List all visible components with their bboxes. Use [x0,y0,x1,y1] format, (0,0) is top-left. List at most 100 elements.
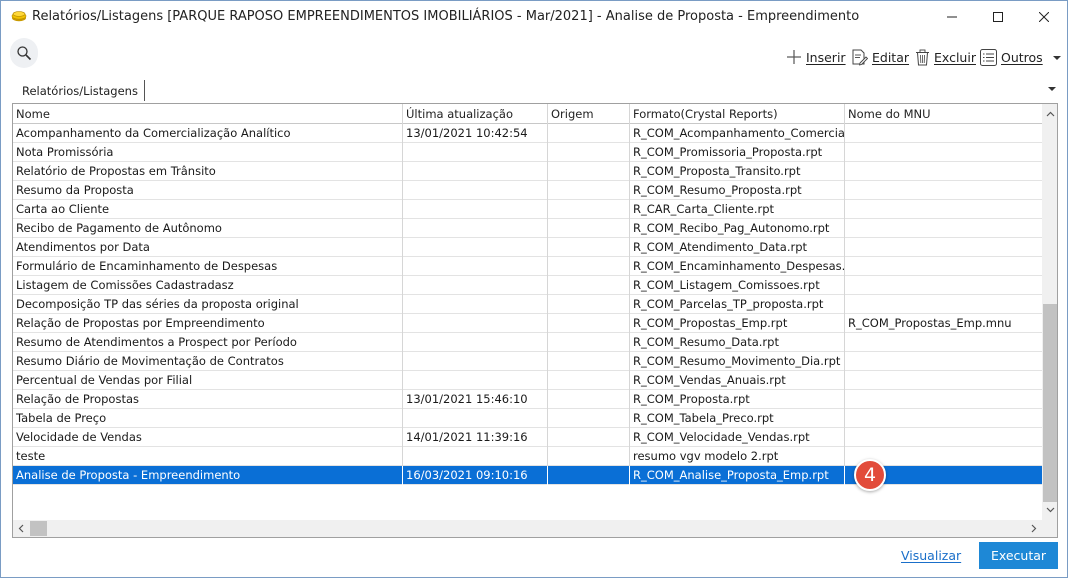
table-row[interactable]: Resumo da Proposta R_COM_Resumo_Proposta.… [13,181,1042,200]
cell-name: Velocidade de Vendas [13,428,403,447]
cell-name: Listagem de Comissões Cadastradasz [13,276,403,295]
cell-last-update [403,352,548,371]
chevron-down-icon [1046,507,1054,513]
column-header-format[interactable]: Formato(Crystal Reports) [630,104,845,124]
cell-format: R_COM_Resumo_Proposta.rpt [630,181,845,200]
edit-button[interactable]: Editar [851,49,909,66]
report-window: Relatórios/Listagens [PARQUE RAPOSO EMPR… [0,0,1068,578]
cell-last-update [403,200,548,219]
step-badge: 4 [854,459,886,491]
view-button[interactable]: Visualizar [901,548,961,563]
cell-name: Carta ao Cliente [13,200,403,219]
cell-name: Formulário de Encaminhamento de Despesas [13,257,403,276]
cell-mnu [845,276,1042,295]
cell-name: Resumo de Atendimentos a Prospect por Pe… [13,333,403,352]
cell-last-update [403,409,548,428]
scroll-left-button[interactable] [13,520,29,537]
table-row[interactable]: Relatório de Propostas em Trânsito R_COM_… [13,162,1042,181]
cell-origin [548,390,630,409]
cell-last-update [403,333,548,352]
vertical-scroll-thumb[interactable] [1043,304,1057,502]
table-row[interactable]: Decomposição TP das séries da proposta o… [13,295,1042,314]
column-header-name[interactable]: Nome [13,104,403,124]
cell-format: R_COM_Promissoria_Proposta.rpt [630,143,845,162]
cell-mnu [845,238,1042,257]
cell-mnu [845,181,1042,200]
delete-button[interactable]: Excluir [915,49,976,66]
tab-dropdown-icon[interactable] [1047,84,1057,94]
chevron-left-icon [18,524,24,533]
table-row[interactable]: Velocidade de Vendas 14/01/2021 11:39:16 R… [13,428,1042,447]
horizontal-scroll-thumb[interactable] [30,521,47,536]
cell-mnu [845,257,1042,276]
cell-format: R_COM_Proposta.rpt [630,390,845,409]
tab-reports-listings[interactable]: Relatórios/Listagens [17,80,145,101]
table-row[interactable]: Listagem de Comissões Cadastradasz R_COM_… [13,276,1042,295]
search-button[interactable] [10,38,38,68]
cell-mnu [845,409,1042,428]
cell-name: Relatório de Propostas em Trânsito [13,162,403,181]
cell-origin [548,181,630,200]
other-menu-button[interactable]: Outros [980,49,1063,66]
close-button[interactable] [1021,1,1067,33]
minimize-icon [947,16,957,18]
cell-last-update: 13/01/2021 15:46:10 [403,390,548,409]
table-row[interactable]: Atendimentos por Data R_COM_Atendimento_D… [13,238,1042,257]
cell-last-update [403,238,548,257]
cell-mnu [845,390,1042,409]
cell-origin [548,409,630,428]
cell-last-update [403,447,548,466]
cell-last-update [403,295,548,314]
insert-button[interactable]: Inserir [786,49,846,65]
cell-origin [548,295,630,314]
table-row[interactable]: Relação de Propostas 13/01/2021 15:46:10 R… [13,390,1042,409]
table-row[interactable]: Relação de Propostas por Empreendimento R… [13,314,1042,333]
minimize-button[interactable] [929,1,975,33]
tab-label: Relatórios/Listagens [22,83,138,98]
insert-label: Inserir [806,49,846,65]
cell-name: Relação de Propostas por Empreendimento [13,314,403,333]
horizontal-scrollbar[interactable] [13,520,1042,537]
cell-last-update [403,143,548,162]
cell-origin [548,162,630,181]
table-row[interactable]: Resumo de Atendimentos a Prospect por Pe… [13,333,1042,352]
scroll-up-button[interactable] [1042,106,1057,122]
cell-mnu [845,428,1042,447]
grid-rows: Acompanhamento da Comercialização Analít… [13,124,1042,485]
cell-name: Decomposição TP das séries da proposta o… [13,295,403,314]
cell-name: Nota Promissória [13,143,403,162]
column-header-last-update[interactable]: Última atualização [403,104,548,124]
cell-format: R_COM_Listagem_Comissoes.rpt [630,276,845,295]
cell-last-update [403,314,548,333]
cell-last-update: 14/01/2021 11:39:16 [403,428,548,447]
cell-format: resumo vgv modelo 2.rpt [630,447,845,466]
table-row[interactable]: teste resumo vgv modelo 2.rpt [13,447,1042,466]
trash-icon [916,49,929,66]
execute-button[interactable]: Executar [979,542,1058,569]
vertical-scrollbar[interactable] [1042,104,1057,520]
plus-icon [787,50,801,64]
title-bar: Relatórios/Listagens [PARQUE RAPOSO EMPR… [1,1,1067,33]
column-header-mnu-name[interactable]: Nome do MNU [845,104,1042,124]
tab-bar: Relatórios/Listagens [15,80,1059,101]
maximize-button[interactable] [975,1,1021,33]
cell-origin [548,333,630,352]
table-row[interactable]: Carta ao Cliente R_CAR_Carta_Cliente.rpt [13,200,1042,219]
table-row[interactable]: Tabela de Preço R_COM_Tabela_Preco.rpt [13,409,1042,428]
table-row[interactable]: Acompanhamento da Comercialização Analít… [13,124,1042,143]
cell-origin [548,124,630,143]
cell-name: Resumo Diário de Movimentação de Contrat… [13,352,403,371]
cell-origin [548,143,630,162]
table-row[interactable]: Resumo Diário de Movimentação de Contrat… [13,352,1042,371]
cell-mnu [845,219,1042,238]
table-row[interactable]: Percentual de Vendas por Filial R_COM_Ven… [13,371,1042,390]
scroll-down-button[interactable] [1042,502,1057,518]
cell-origin [548,466,630,485]
scroll-right-button[interactable] [1026,520,1042,537]
table-row[interactable]: Nota Promissória R_COM_Promissoria_Propos… [13,143,1042,162]
table-row[interactable]: Recibo de Pagamento de Autônomo R_COM_Rec… [13,219,1042,238]
table-row-selected[interactable]: Analise de Proposta - Empreendimento 16/0… [13,466,1042,485]
column-header-origin[interactable]: Origem [548,104,630,124]
edit-document-icon [852,49,868,66]
table-row[interactable]: Formulário de Encaminhamento de Despesas… [13,257,1042,276]
